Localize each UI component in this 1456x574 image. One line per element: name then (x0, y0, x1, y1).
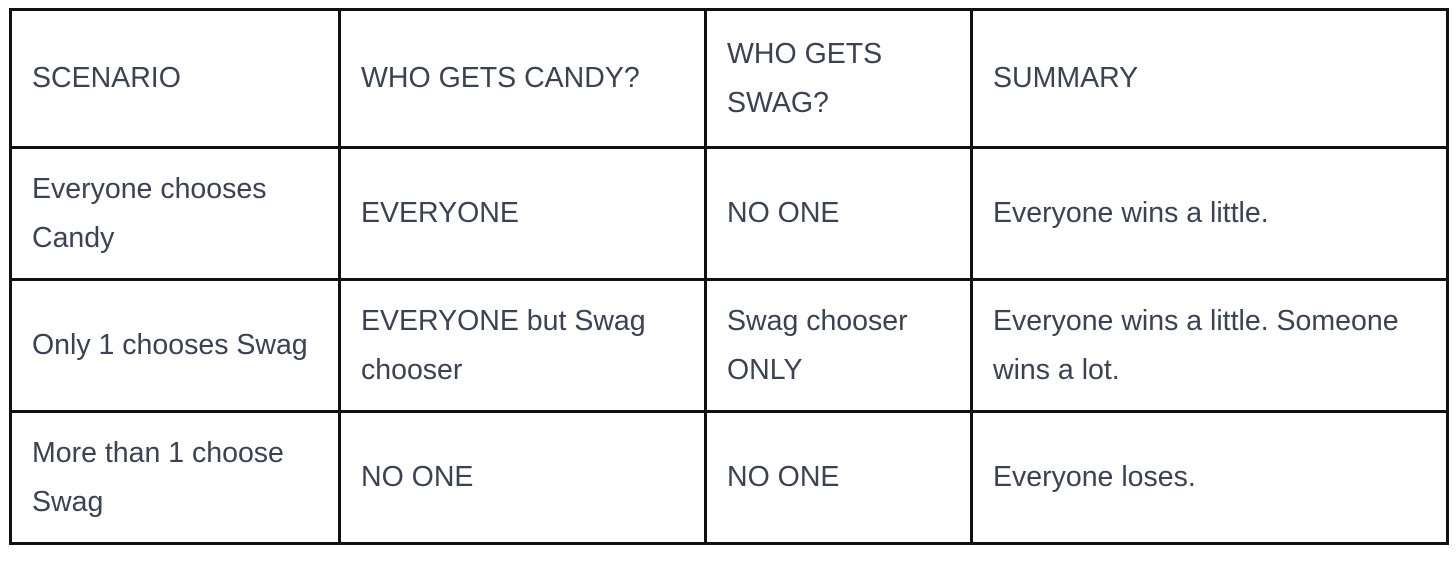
header-cell-who-gets-swag: WHO GETS SWAG? (704, 8, 973, 149)
header-cell-who-gets-candy: WHO GETS CANDY? (338, 8, 707, 149)
table-cell-candy: EVERYONE but Swag chooser (338, 278, 707, 413)
table-cell-summary: Everyone loses. (970, 410, 1449, 545)
header-cell-summary: SUMMARY (970, 8, 1449, 149)
table-cell-swag: Swag chooser ONLY (704, 278, 973, 413)
table-cell-scenario: Only 1 chooses Swag (9, 278, 341, 413)
table-row: Only 1 chooses Swag EVERYONE but Swag ch… (9, 278, 1449, 413)
scenario-table-container: SCENARIO WHO GETS CANDY? WHO GETS SWAG? … (9, 8, 1449, 545)
table-cell-summary: Everyone wins a little. (970, 146, 1449, 281)
scenario-table: SCENARIO WHO GETS CANDY? WHO GETS SWAG? … (9, 8, 1449, 545)
header-cell-scenario: SCENARIO (9, 8, 341, 149)
table-cell-scenario: Everyone chooses Candy (9, 146, 341, 281)
table-header-row: SCENARIO WHO GETS CANDY? WHO GETS SWAG? … (9, 8, 1449, 149)
table-row: More than 1 choose Swag NO ONE NO ONE Ev… (9, 410, 1449, 545)
table-cell-scenario: More than 1 choose Swag (9, 410, 341, 545)
table-cell-swag: NO ONE (704, 410, 973, 545)
table-cell-summary: Everyone wins a little. Someone wins a l… (970, 278, 1449, 413)
table-cell-candy: NO ONE (338, 410, 707, 545)
table-cell-candy: EVERYONE (338, 146, 707, 281)
table-cell-swag: NO ONE (704, 146, 973, 281)
table-row: Everyone chooses Candy EVERYONE NO ONE E… (9, 146, 1449, 281)
